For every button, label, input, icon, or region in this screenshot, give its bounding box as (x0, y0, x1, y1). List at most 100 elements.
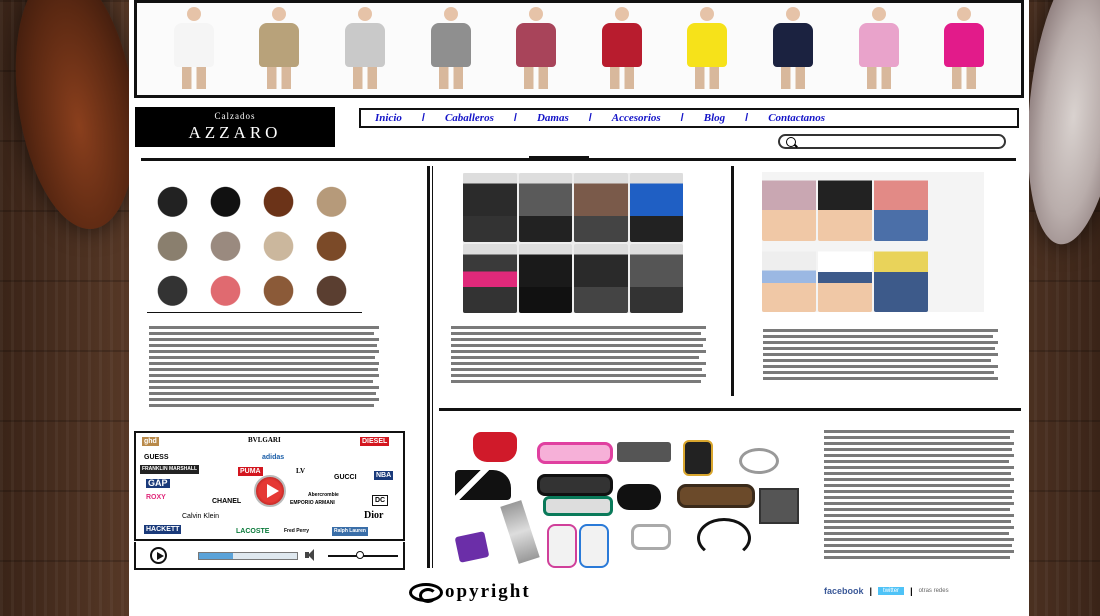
volume-knob[interactable] (355, 551, 364, 559)
men-image[interactable] (463, 173, 683, 313)
shoe-tile (253, 176, 304, 219)
banner-model (164, 7, 224, 89)
play-icon[interactable] (150, 547, 167, 564)
kids-watch (579, 524, 609, 568)
shoe-tile (147, 220, 198, 264)
chain-bracelet (631, 524, 671, 550)
page-container: Calzados AZZARO Inicio / Caballeros / Da… (129, 0, 1029, 616)
video-play-button[interactable] (254, 475, 286, 507)
nav-contactanos[interactable]: Contactanos (768, 112, 825, 124)
banner-model (677, 7, 737, 89)
man-tile (629, 173, 683, 242)
brand-logo-item: adidas (262, 454, 285, 461)
volume-slider[interactable] (328, 551, 398, 559)
brand-logo-item: Calvin Klein (182, 513, 219, 520)
copyright: opyright (409, 581, 531, 603)
shoe-tile (306, 176, 357, 219)
other-social-link[interactable]: otras redes (919, 588, 949, 594)
woman-tile (818, 243, 872, 312)
nav-separator: / (588, 112, 592, 124)
section-divider (439, 408, 1021, 411)
volume-icon[interactable] (304, 548, 318, 562)
column-divider (427, 166, 430, 568)
man-tile (518, 173, 572, 242)
man-tile (463, 244, 517, 313)
facebook-link[interactable]: facebook (824, 586, 864, 596)
woman-tile (818, 172, 872, 241)
brand-logo-item: EMPORIO ARMANI (290, 500, 335, 506)
brand-logo-item: BVLGARI (248, 436, 281, 444)
brand-logos-collage[interactable]: ghd BVLGARI DIESEL GUESS adidas FRANKLIN… (134, 431, 405, 541)
women-image[interactable] (762, 172, 984, 312)
header-divider-mark (529, 156, 589, 158)
banner-model (421, 7, 481, 89)
woman-tile (930, 172, 984, 241)
nav-separator: / (680, 112, 684, 124)
green-sunglasses (543, 496, 613, 516)
brand-logo-item: LV (296, 467, 306, 475)
brand-logo-item: PUMA (238, 467, 263, 476)
banner-model (506, 7, 566, 89)
brand-logo-small: Calzados (214, 111, 256, 121)
shoes-image[interactable] (147, 176, 357, 308)
man-tile (463, 173, 517, 242)
shoe-tile (306, 220, 357, 264)
nav-separator: / (513, 112, 517, 124)
nav-accesorios[interactable]: Accesorios (612, 112, 661, 124)
black-scarf (617, 484, 661, 510)
brand-logo-item: NBA (374, 471, 394, 480)
placeholder-text-block (763, 329, 998, 383)
shoe-tile (253, 265, 304, 308)
black-heels (455, 470, 511, 500)
nav-caballeros[interactable]: Caballeros (445, 112, 494, 124)
banner-model (763, 7, 823, 89)
shoe-tile (200, 176, 251, 219)
man-tile (574, 173, 628, 242)
shoe-tile (306, 265, 357, 308)
models-banner (134, 0, 1024, 98)
silver-bracelet (739, 448, 779, 474)
twitter-link[interactable]: twitter (878, 587, 905, 595)
woman-tile (874, 243, 928, 312)
nav-inicio[interactable]: Inicio (375, 112, 402, 124)
brand-logo-item: ROXY (146, 494, 166, 501)
brown-sunglasses (677, 484, 755, 508)
nav-damas[interactable]: Damas (537, 112, 569, 124)
social-separator: | (869, 586, 873, 596)
gray-belt (617, 442, 671, 462)
placeholder-text-block (824, 430, 1014, 562)
column-divider (731, 166, 734, 396)
man-tile (574, 244, 628, 313)
banner-model (335, 7, 395, 89)
brand-logo-item: DC (372, 495, 389, 506)
shoe-tile (253, 220, 304, 264)
brand-logo-item: GUCCI (334, 474, 357, 481)
red-purse (473, 432, 517, 462)
brand-logo[interactable]: Calzados AZZARO (135, 107, 335, 147)
search-input[interactable] (800, 136, 999, 149)
social-separator: | (910, 586, 913, 596)
search-box[interactable] (778, 134, 1006, 149)
nav-separator: / (745, 112, 749, 124)
brand-logo-item: DIESEL (360, 437, 390, 446)
progress-bar[interactable] (198, 552, 298, 560)
header-divider (141, 158, 1016, 161)
copyright-icon (409, 582, 443, 603)
banner-model (849, 7, 909, 89)
brand-logo-item: Dior (364, 510, 384, 521)
nav-blog[interactable]: Blog (704, 112, 725, 124)
nav-separator: / (421, 112, 425, 124)
shoe-tile (147, 176, 198, 219)
placeholder-text-block (451, 326, 706, 386)
media-player (134, 542, 405, 570)
progress-fill (199, 553, 234, 559)
brand-logo-item: HACKETT (144, 525, 182, 534)
column-divider (432, 166, 433, 568)
search-icon[interactable] (786, 137, 796, 147)
leather-cord (697, 518, 751, 558)
copyright-text: opyright (445, 581, 531, 602)
accessories-image[interactable] (451, 428, 799, 570)
brand-logo-item: Fred Perry (284, 528, 310, 534)
shoe-tile (200, 265, 251, 308)
purple-clutch (454, 531, 490, 563)
